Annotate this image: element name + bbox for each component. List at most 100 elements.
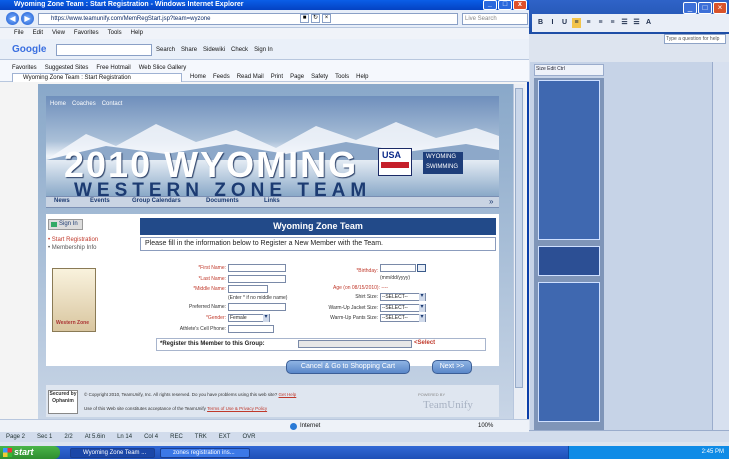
google-search-input[interactable]	[56, 44, 152, 56]
bold-button[interactable]: B	[536, 18, 545, 28]
favorite-link[interactable]: Free Hotmail	[96, 63, 130, 73]
clock[interactable]: 2:45 PM	[702, 449, 724, 455]
taskbar-button-ie[interactable]: Wyoming Zone Team ...	[70, 448, 155, 458]
menu-edit[interactable]: Edit	[33, 28, 43, 39]
favorite-link[interactable]: Suggested Sites	[45, 63, 89, 73]
justify-button[interactable]: ≡	[608, 18, 617, 28]
nav-more-arrow[interactable]: »	[489, 197, 493, 206]
font-color-button[interactable]: A	[644, 18, 653, 28]
middle-name-field[interactable]	[228, 285, 268, 293]
topnav-contact[interactable]: Contact	[102, 101, 123, 107]
google-check-button[interactable]: Check	[231, 43, 248, 57]
menu-view[interactable]: View	[52, 28, 65, 39]
menu-help[interactable]: Help	[131, 28, 143, 39]
maximize-button[interactable]: □	[498, 0, 512, 10]
windows-logo-icon	[3, 448, 12, 457]
minimize-button[interactable]: _	[483, 0, 497, 10]
age-value: ----	[381, 285, 389, 291]
nav-documents[interactable]: Documents	[206, 198, 239, 204]
teamunify-logo[interactable]: TeamUnify	[423, 399, 473, 411]
browser-tab[interactable]: Wyoming Zone Team : Start Registration	[12, 73, 182, 82]
favorite-link[interactable]: Web Slice Gallery	[139, 63, 187, 73]
preferred-name-field[interactable]	[228, 303, 286, 311]
secured-badge[interactable]: Secured by Ophanim	[48, 390, 78, 414]
italic-button[interactable]: I	[548, 18, 557, 28]
numbering-button[interactable]: ☰	[620, 18, 629, 28]
nav-group-calendars[interactable]: Group Calendars	[132, 198, 181, 204]
topnav-coaches[interactable]: Coaches	[72, 101, 96, 107]
google-share-button[interactable]: Share	[181, 43, 197, 57]
favorites-button[interactable]: Favorites	[12, 63, 37, 73]
menu-tools[interactable]: Tools	[108, 28, 122, 39]
menu-favorites[interactable]: Favorites	[74, 28, 99, 39]
menu-file[interactable]: File	[14, 28, 24, 39]
align-left-button[interactable]: ≡	[572, 18, 581, 28]
group-select-link[interactable]: <Select	[414, 340, 435, 346]
page-menu[interactable]: Page	[290, 73, 304, 82]
forward-button[interactable]: ▶	[21, 12, 34, 25]
word-close-button[interactable]: ×	[713, 2, 727, 14]
underline-button[interactable]: U	[560, 18, 569, 28]
nav-news[interactable]: News	[54, 198, 70, 204]
google-signin-button[interactable]: Sign In	[254, 43, 273, 57]
word-pane-tabs[interactable]: Size Edit Ctrl	[534, 64, 604, 76]
stop-icon[interactable]: ×	[322, 14, 331, 23]
link-start-registration[interactable]: • Start Registration	[48, 236, 98, 244]
close-button[interactable]: x	[513, 0, 527, 10]
pane-tab[interactable]: Size	[536, 66, 546, 72]
search-input[interactable]: Live Search	[462, 13, 528, 25]
gender-select[interactable]: Female	[228, 314, 270, 322]
bullets-button[interactable]: ☰	[632, 18, 641, 28]
home-button[interactable]: Home	[190, 73, 206, 82]
cell-phone-field[interactable]	[228, 325, 274, 333]
read-mail-button[interactable]: Read Mail	[237, 73, 264, 82]
page-thumbnail[interactable]	[538, 282, 600, 422]
word-minimize-button[interactable]: _	[683, 2, 697, 14]
refresh-icon[interactable]: ↻	[311, 14, 320, 23]
word-vertical-scrollbar[interactable]	[712, 62, 729, 434]
pants-size-select[interactable]: --SELECT--	[380, 314, 426, 322]
first-name-field[interactable]	[228, 264, 286, 272]
status-ovr: OVR	[242, 433, 256, 440]
system-tray: 2:45 PM	[568, 446, 729, 459]
print-button[interactable]: Print	[271, 73, 283, 82]
get-help-link[interactable]: Get Help	[279, 392, 297, 397]
scrollbar-thumb[interactable]	[515, 88, 523, 388]
link-membership-info[interactable]: • Membership Info	[48, 244, 98, 252]
tools-menu[interactable]: Tools	[335, 73, 349, 82]
jacket-size-select[interactable]: --SELECT--	[380, 304, 426, 312]
nav-links[interactable]: Links	[264, 198, 280, 204]
google-sidewiki-button[interactable]: Sidewiki	[203, 43, 225, 57]
word-maximize-button[interactable]: □	[698, 2, 712, 14]
last-name-field[interactable]	[228, 275, 286, 283]
birthday-field[interactable]	[380, 264, 416, 272]
pane-tab[interactable]: Edit	[547, 66, 556, 72]
taskbar-button-word[interactable]: zones registration ins...	[160, 448, 250, 458]
group-field[interactable]	[298, 340, 412, 348]
align-right-button[interactable]: ≡	[596, 18, 605, 28]
address-input[interactable]: https://www.teamunify.com/MemRegStart.js…	[38, 13, 458, 25]
terms-link[interactable]: Terms of Use & Privacy Policy	[207, 406, 267, 411]
user-icon	[51, 222, 57, 227]
safety-menu[interactable]: Safety	[311, 73, 328, 82]
feeds-button[interactable]: Feeds	[213, 73, 230, 82]
middle-name-label: *Middle Name:	[193, 286, 226, 292]
nav-events[interactable]: Events	[90, 198, 110, 204]
help-question-input[interactable]: Type a question for help	[664, 34, 726, 44]
cancel-shopping-cart-button[interactable]: Cancel & Go to Shopping Cart	[286, 360, 410, 374]
topnav-home[interactable]: Home	[50, 101, 66, 107]
preferred-name-label: Preferred Name:	[189, 304, 226, 310]
calendar-icon[interactable]	[417, 264, 426, 272]
next-button[interactable]: Next >>	[432, 360, 472, 374]
shirt-size-select[interactable]: --SELECT--	[380, 293, 426, 301]
lock-icon[interactable]: ■	[300, 14, 309, 23]
pane-tab[interactable]: Ctrl	[557, 66, 565, 72]
page-thumbnail[interactable]	[538, 80, 600, 240]
help-menu[interactable]: Help	[356, 73, 368, 82]
page-thumbnail[interactable]	[538, 246, 600, 276]
align-center-button[interactable]: ≡	[584, 18, 593, 28]
google-search-button[interactable]: Search	[156, 43, 175, 57]
zoom-level[interactable]: 100%	[478, 421, 493, 431]
usa-logo-stripe	[381, 162, 409, 168]
back-button[interactable]: ◀	[6, 12, 19, 25]
